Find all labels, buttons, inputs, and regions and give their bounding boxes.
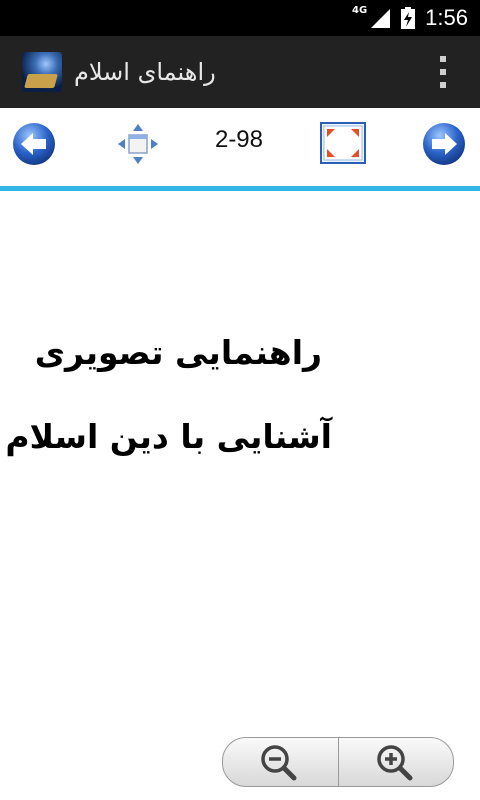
fullscreen-icon[interactable] (320, 122, 366, 164)
app-logo-icon[interactable] (22, 52, 62, 92)
network-type-label: 4G (352, 4, 368, 16)
clock: 1:56 (425, 5, 468, 30)
battery-charging-icon (401, 7, 416, 29)
arrow-left-icon[interactable] (12, 122, 56, 166)
action-bar: راهنمای اسلام (0, 36, 480, 108)
overflow-menu-icon[interactable] (438, 56, 448, 88)
zoom-controls (222, 737, 454, 787)
zoom-in-button[interactable] (339, 738, 454, 786)
page-counter: 2-98 (214, 126, 264, 153)
zoom-in-icon (377, 745, 413, 781)
move-arrows-icon[interactable] (116, 122, 160, 166)
signal-icon (371, 9, 391, 28)
zoom-out-icon (261, 745, 297, 781)
navigation-toolbar: 2-98 (0, 108, 480, 186)
content-heading-line-2: آشنایی با دین اسلام (5, 417, 332, 456)
zoom-out-button[interactable] (223, 738, 338, 786)
arrow-right-icon[interactable] (422, 122, 466, 166)
status-bar: 4G 1:56 (0, 0, 480, 36)
app-title: راهنمای اسلام (74, 58, 216, 86)
content-heading-line-1: راهنمایی تصویری (34, 333, 322, 372)
page-content: راهنمایی تصویری آشنایی با دین اسلام (0, 191, 480, 731)
